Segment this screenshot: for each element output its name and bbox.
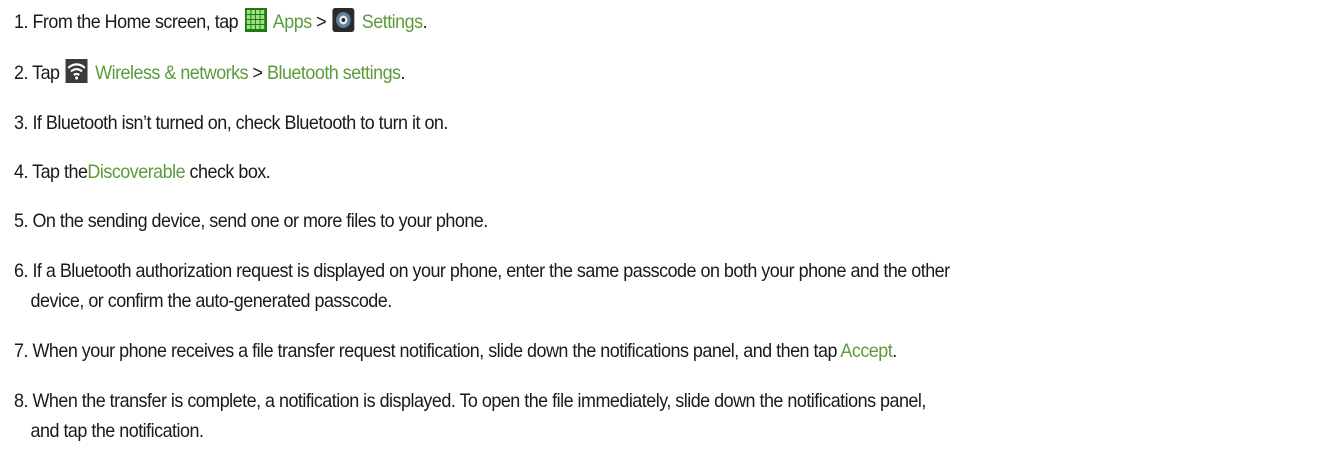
step-text-continued: device, or confirm the auto-generated pa… [30, 290, 393, 312]
step-3: 3. If Bluetooth isn’t turned on, check B… [14, 108, 1219, 138]
step-text-2: check box. [189, 161, 271, 183]
step-7: 7. When your phone receives a file trans… [14, 336, 1219, 366]
step-number: 7. [14, 340, 28, 362]
step-number: 3. [14, 112, 28, 134]
separator: > [252, 62, 263, 84]
accept-link: Accept [840, 340, 893, 362]
step-text: Tap the [32, 161, 88, 183]
step-text: Tap [32, 62, 60, 84]
step-number: 2. [14, 62, 28, 84]
separator: > [316, 11, 327, 33]
step-end: . [892, 340, 897, 362]
discoverable-link: Discoverable [87, 161, 186, 183]
step-number: 6. [14, 260, 28, 282]
step-end: . [422, 11, 428, 33]
wifi-icon [65, 59, 88, 83]
settings-gear-icon [332, 8, 355, 32]
apps-grid-icon [244, 8, 267, 32]
step-8: 8. When the transfer is complete, a noti… [14, 386, 1219, 446]
apps-link: Apps [272, 11, 312, 33]
bluetooth-settings-link: Bluetooth settings [267, 62, 401, 84]
step-number: 8. [14, 390, 28, 412]
step-text: When the transfer is complete, a notific… [32, 390, 926, 412]
settings-link: Settings [361, 11, 423, 33]
step-number: 4. [14, 161, 28, 183]
step-5: 5. On the sending device, send one or mo… [14, 206, 1219, 236]
step-text: If a Bluetooth authorization request is … [32, 260, 950, 282]
step-text: On the sending device, send one or more … [32, 210, 488, 232]
step-4: 4. Tap theDiscoverable check box. [14, 157, 1219, 187]
step-2: 2. Tap Wireless & networks > Bluetooth s… [14, 58, 1219, 88]
step-end: . [400, 62, 406, 84]
step-text: From the Home screen, tap [32, 11, 239, 33]
wireless-networks-link: Wireless & networks [95, 62, 249, 84]
step-text: When your phone receives a file transfer… [32, 340, 837, 362]
step-text-continued: and tap the notification. [30, 420, 204, 442]
step-1: 1. From the Home screen, tap Apps > Sett… [14, 7, 1219, 37]
step-text: If Bluetooth isn’t turned on, check Blue… [32, 112, 448, 134]
step-number: 1. [14, 11, 28, 33]
step-number: 5. [14, 210, 28, 232]
step-6: 6. If a Bluetooth authorization request … [14, 256, 1219, 316]
